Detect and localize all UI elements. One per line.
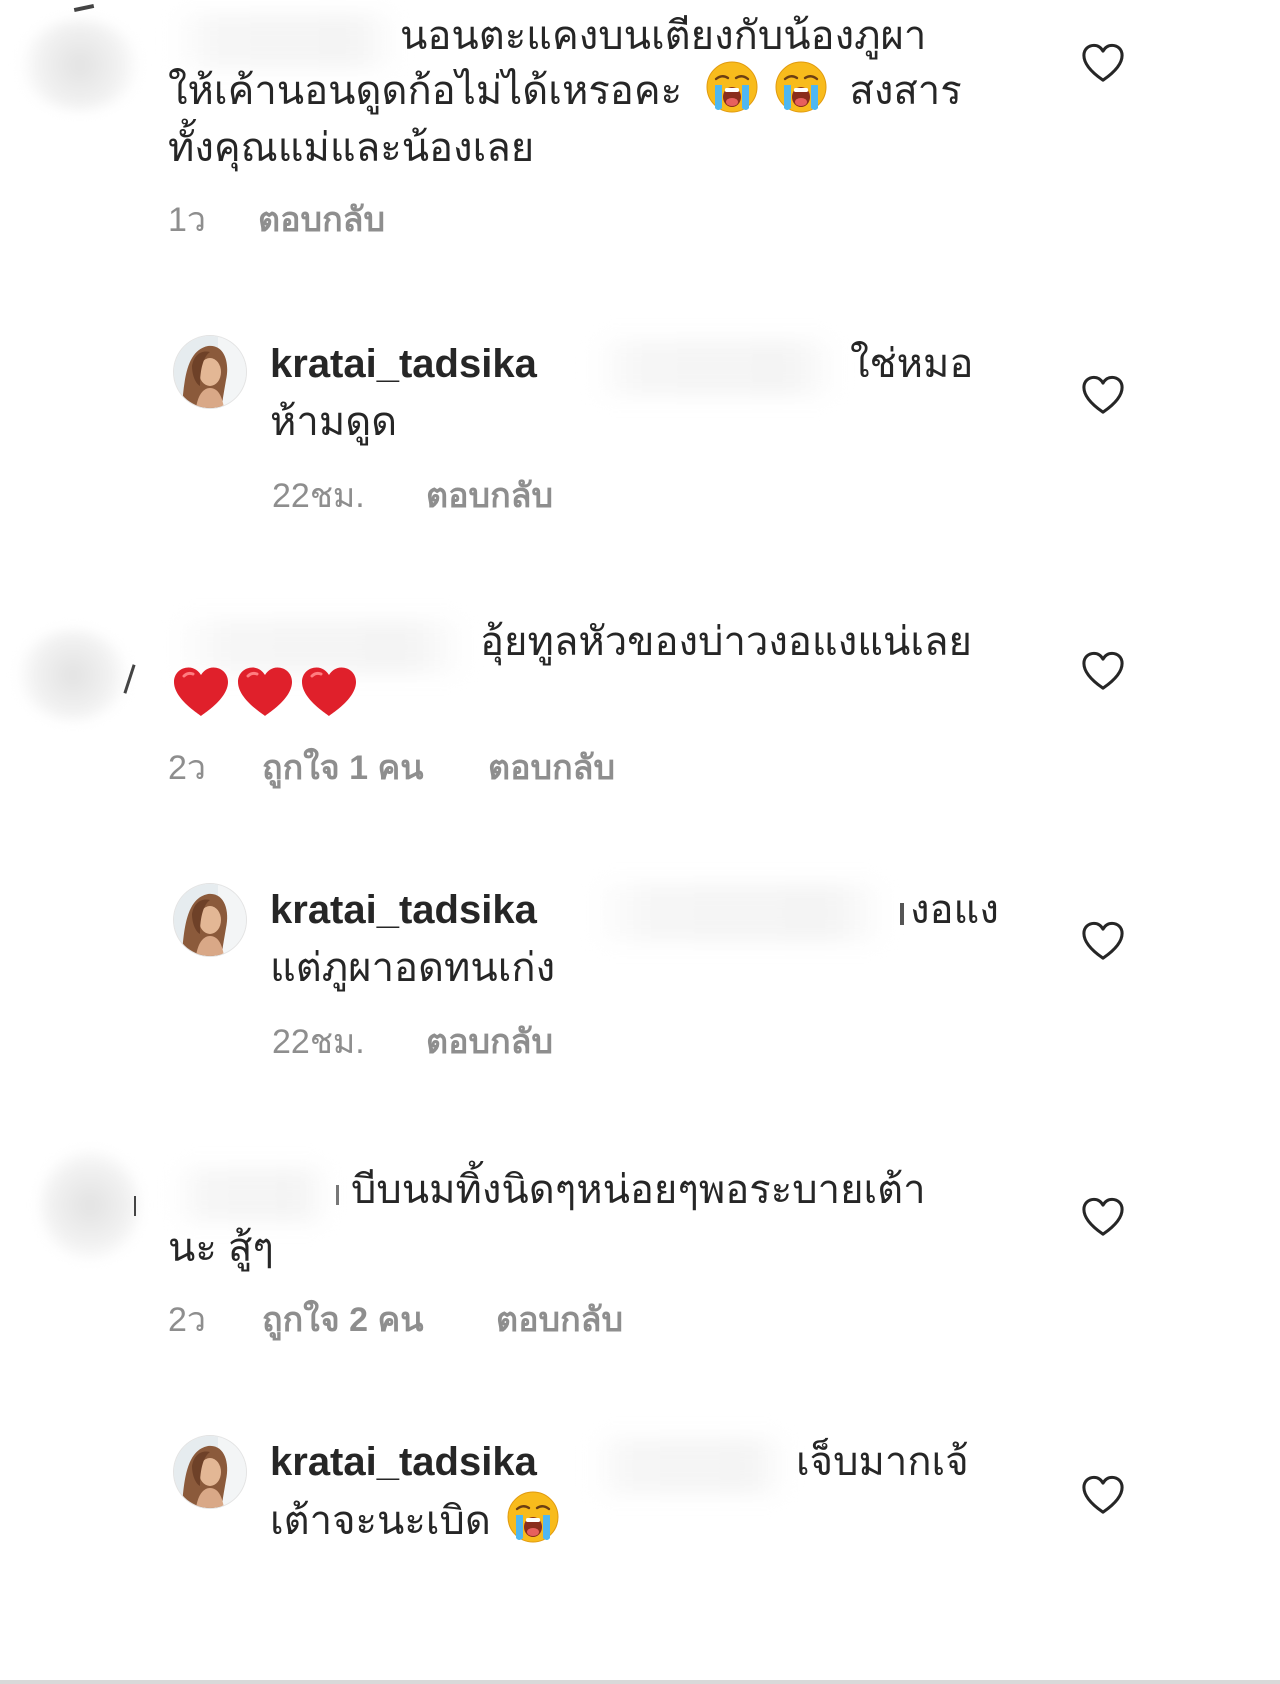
comment-text: แต่ภูผาอดทนเก่ง: [270, 946, 556, 990]
comment-username[interactable]: kratai_tadsika: [270, 1432, 537, 1492]
avatar-blurred: [20, 20, 140, 110]
likes-count[interactable]: ถูกใจ 2 คน: [262, 1298, 423, 1342]
reply-button[interactable]: ตอบกลับ: [258, 198, 385, 242]
like-heart-icon[interactable]: [1080, 920, 1126, 962]
comment-time: 2ว: [168, 1301, 207, 1339]
red-heart-emoji: [236, 666, 294, 718]
reply-button[interactable]: ตอบกลับ: [426, 474, 553, 518]
crying-face-emoji: [774, 60, 828, 114]
comment-meta: 22ชม. ตอบกลับ: [272, 1020, 672, 1064]
text-blurred: [590, 884, 890, 942]
comment-time: 22ชม.: [272, 1023, 365, 1061]
comment-meta: 2ว ถูกใจ 1 คน ตอบกลับ: [168, 746, 688, 790]
comment-time: 1ว: [168, 201, 207, 239]
emoji-row: [172, 666, 364, 722]
avatar-mark: [73, 3, 95, 13]
like-heart-icon[interactable]: [1080, 1474, 1126, 1516]
comment-text: ทั้งคุณแม่และน้องเลย: [168, 126, 535, 170]
reply-button[interactable]: ตอบกลับ: [426, 1020, 553, 1064]
avatar-blurred: [18, 630, 128, 720]
comment-text: นะ สู้ๆ: [168, 1226, 274, 1270]
red-heart-emoji: [172, 666, 230, 718]
comment-text: อุ้ยทูลหัวของบ่าวงอแงแน่เลย: [480, 620, 972, 664]
like-heart-icon[interactable]: [1080, 1196, 1126, 1238]
comment-username[interactable]: kratai_tadsika: [270, 880, 537, 940]
comment-text: ให้เค้านอนดูดก้อไม่ได้เหรอคะ สงสาร: [168, 60, 962, 121]
reply-button[interactable]: ตอบกลับ: [496, 1298, 623, 1342]
comment-username[interactable]: kratai_tadsika: [270, 334, 537, 394]
comment-text: ใช่หมอ: [850, 342, 974, 386]
comment-text: เจ็บมากเจ้: [796, 1440, 969, 1484]
cut-mark: [336, 1185, 339, 1205]
text-blurred: [590, 340, 840, 396]
text-blurred: [590, 1438, 790, 1494]
crying-face-emoji: [506, 1490, 560, 1544]
comment-time: 22ชม.: [272, 477, 365, 515]
comment-meta: 22ชม. ตอบกลับ: [272, 474, 672, 518]
username-blurred: [172, 1168, 332, 1222]
comment-text: ห้ามดูด: [270, 400, 398, 444]
avatar[interactable]: [174, 336, 246, 408]
cut-mark: [900, 903, 904, 925]
like-heart-icon[interactable]: [1080, 650, 1126, 692]
comment-text: บีบนมทิ้งนิดๆหน่อยๆพอระบายเต้า: [336, 1160, 926, 1220]
like-heart-icon[interactable]: [1080, 42, 1126, 84]
avatar[interactable]: [174, 1436, 246, 1508]
divider: [0, 1680, 1280, 1684]
comment-meta: 2ว ถูกใจ 2 คน ตอบกลับ: [168, 1298, 688, 1342]
comment-time: 2ว: [168, 749, 207, 787]
crying-face-emoji: [705, 60, 759, 114]
comment-text: เต้าจะนะเบิด: [270, 1490, 560, 1551]
avatar[interactable]: [174, 884, 246, 956]
avatar-mark: [134, 1196, 136, 1216]
like-heart-icon[interactable]: [1080, 374, 1126, 416]
reply-button[interactable]: ตอบกลับ: [488, 746, 615, 790]
comment-text: งอแง: [900, 880, 999, 940]
red-heart-emoji: [300, 666, 358, 718]
comment-meta: 1ว ตอบกลับ: [168, 198, 568, 242]
likes-count[interactable]: ถูกใจ 1 คน: [262, 746, 423, 790]
avatar-blurred: [40, 1150, 140, 1260]
comment-text: นอนตะแคงบนเตียงกับน้องภูผา: [400, 14, 927, 58]
